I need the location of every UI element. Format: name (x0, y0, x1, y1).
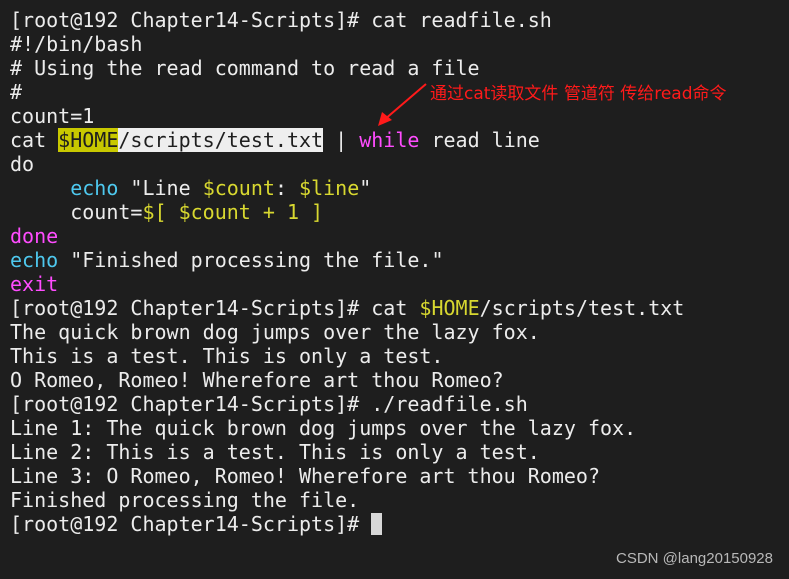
terminal-text-segment: [root@192 Chapter14-Scripts]# cat readfi… (10, 8, 552, 32)
terminal-text-segment: "Line (118, 176, 203, 200)
terminal-line: done (10, 224, 684, 248)
terminal-text-segment: read line (419, 128, 540, 152)
terminal-text-segment: echo (10, 248, 59, 272)
terminal-line: cat $HOME/scripts/test.txt | while read … (10, 128, 684, 152)
terminal-text-segment: [root@192 Chapter14-Scripts]# cat (10, 296, 420, 320)
terminal-line: count=$[ $count + 1 ] (10, 200, 684, 224)
terminal-text-segment: done (10, 224, 59, 248)
terminal-text-segment: Line 3: O Romeo, Romeo! Wherefore art th… (10, 464, 601, 488)
terminal-text-segment: "Finished processing the file." (58, 248, 444, 272)
terminal-text-segment: count=1 (10, 104, 95, 128)
terminal-text-segment: $HOME (419, 296, 480, 320)
terminal-text-segment: Line 2: This is a test. This is only a t… (10, 440, 540, 464)
terminal-text-segment: " (359, 176, 372, 200)
terminal-text-segment: $[ $count + 1 ] (142, 200, 324, 224)
annotation-text: 通过cat读取文件 管道符 传给read命令 (430, 84, 727, 104)
terminal-text-segment: /scripts/test.txt (118, 128, 324, 152)
terminal-text-segment: exit (10, 272, 59, 296)
terminal-line: echo "Finished processing the file." (10, 248, 684, 272)
terminal-text-segment: O Romeo, Romeo! Wherefore art thou Romeo… (10, 368, 504, 392)
watermark: CSDN @lang20150928 (616, 550, 773, 567)
terminal-text-segment: [root@192 Chapter14-Scripts]# (10, 512, 372, 536)
terminal-text-segment: This is a test. This is only a test. (10, 344, 444, 368)
terminal-text-segment: #!/bin/bash (10, 32, 143, 56)
terminal-text-segment: count= (10, 200, 143, 224)
terminal-line: [root@192 Chapter14-Scripts]# ./readfile… (10, 392, 684, 416)
terminal-line: count=1 (10, 104, 684, 128)
terminal-text-segment: $line (299, 176, 360, 200)
terminal-text-segment: # Using the read command to read a file (10, 56, 480, 80)
terminal-text-segment: $count (202, 176, 275, 200)
terminal-text-segment: while (359, 128, 420, 152)
terminal-text-segment: do (10, 152, 35, 176)
terminal-line: echo "Line $count: $line" (10, 176, 684, 200)
terminal-line: do (10, 152, 684, 176)
terminal-line: #!/bin/bash (10, 32, 684, 56)
terminal-text-segment: echo (70, 176, 119, 200)
terminal-line: Line 1: The quick brown dog jumps over t… (10, 416, 684, 440)
terminal-line: [root@192 Chapter14-Scripts]# cat readfi… (10, 8, 684, 32)
terminal-line: Line 2: This is a test. This is only a t… (10, 440, 684, 464)
terminal-text-segment: $HOME (58, 128, 119, 152)
terminal-text-segment: Finished processing the file. (10, 488, 360, 512)
terminal-text-segment: Line 1: The quick brown dog jumps over t… (10, 416, 637, 440)
terminal-text-segment: [root@192 Chapter14-Scripts]# ./readfile… (10, 392, 528, 416)
terminal-line: exit (10, 272, 684, 296)
terminal-text-segment: The quick brown dog jumps over the lazy … (10, 320, 540, 344)
terminal-line: # Using the read command to read a file (10, 56, 684, 80)
terminal-line: Finished processing the file. (10, 488, 684, 512)
terminal-line: The quick brown dog jumps over the lazy … (10, 320, 684, 344)
terminal-line: O Romeo, Romeo! Wherefore art thou Romeo… (10, 368, 684, 392)
terminal-text-segment: # (10, 80, 23, 104)
terminal-text-segment: /scripts/test.txt (479, 296, 685, 320)
terminal-line: [root@192 Chapter14-Scripts]# cat $HOME/… (10, 296, 684, 320)
terminal-text-segment: | (323, 128, 360, 152)
terminal-text-segment: cat (10, 128, 59, 152)
terminal-line: Line 3: O Romeo, Romeo! Wherefore art th… (10, 464, 684, 488)
terminal-line: [root@192 Chapter14-Scripts]# (10, 512, 684, 536)
cursor (371, 513, 383, 535)
arrow-icon (378, 83, 427, 126)
terminal-line: This is a test. This is only a test. (10, 344, 684, 368)
terminal-text-segment: : (274, 176, 300, 200)
